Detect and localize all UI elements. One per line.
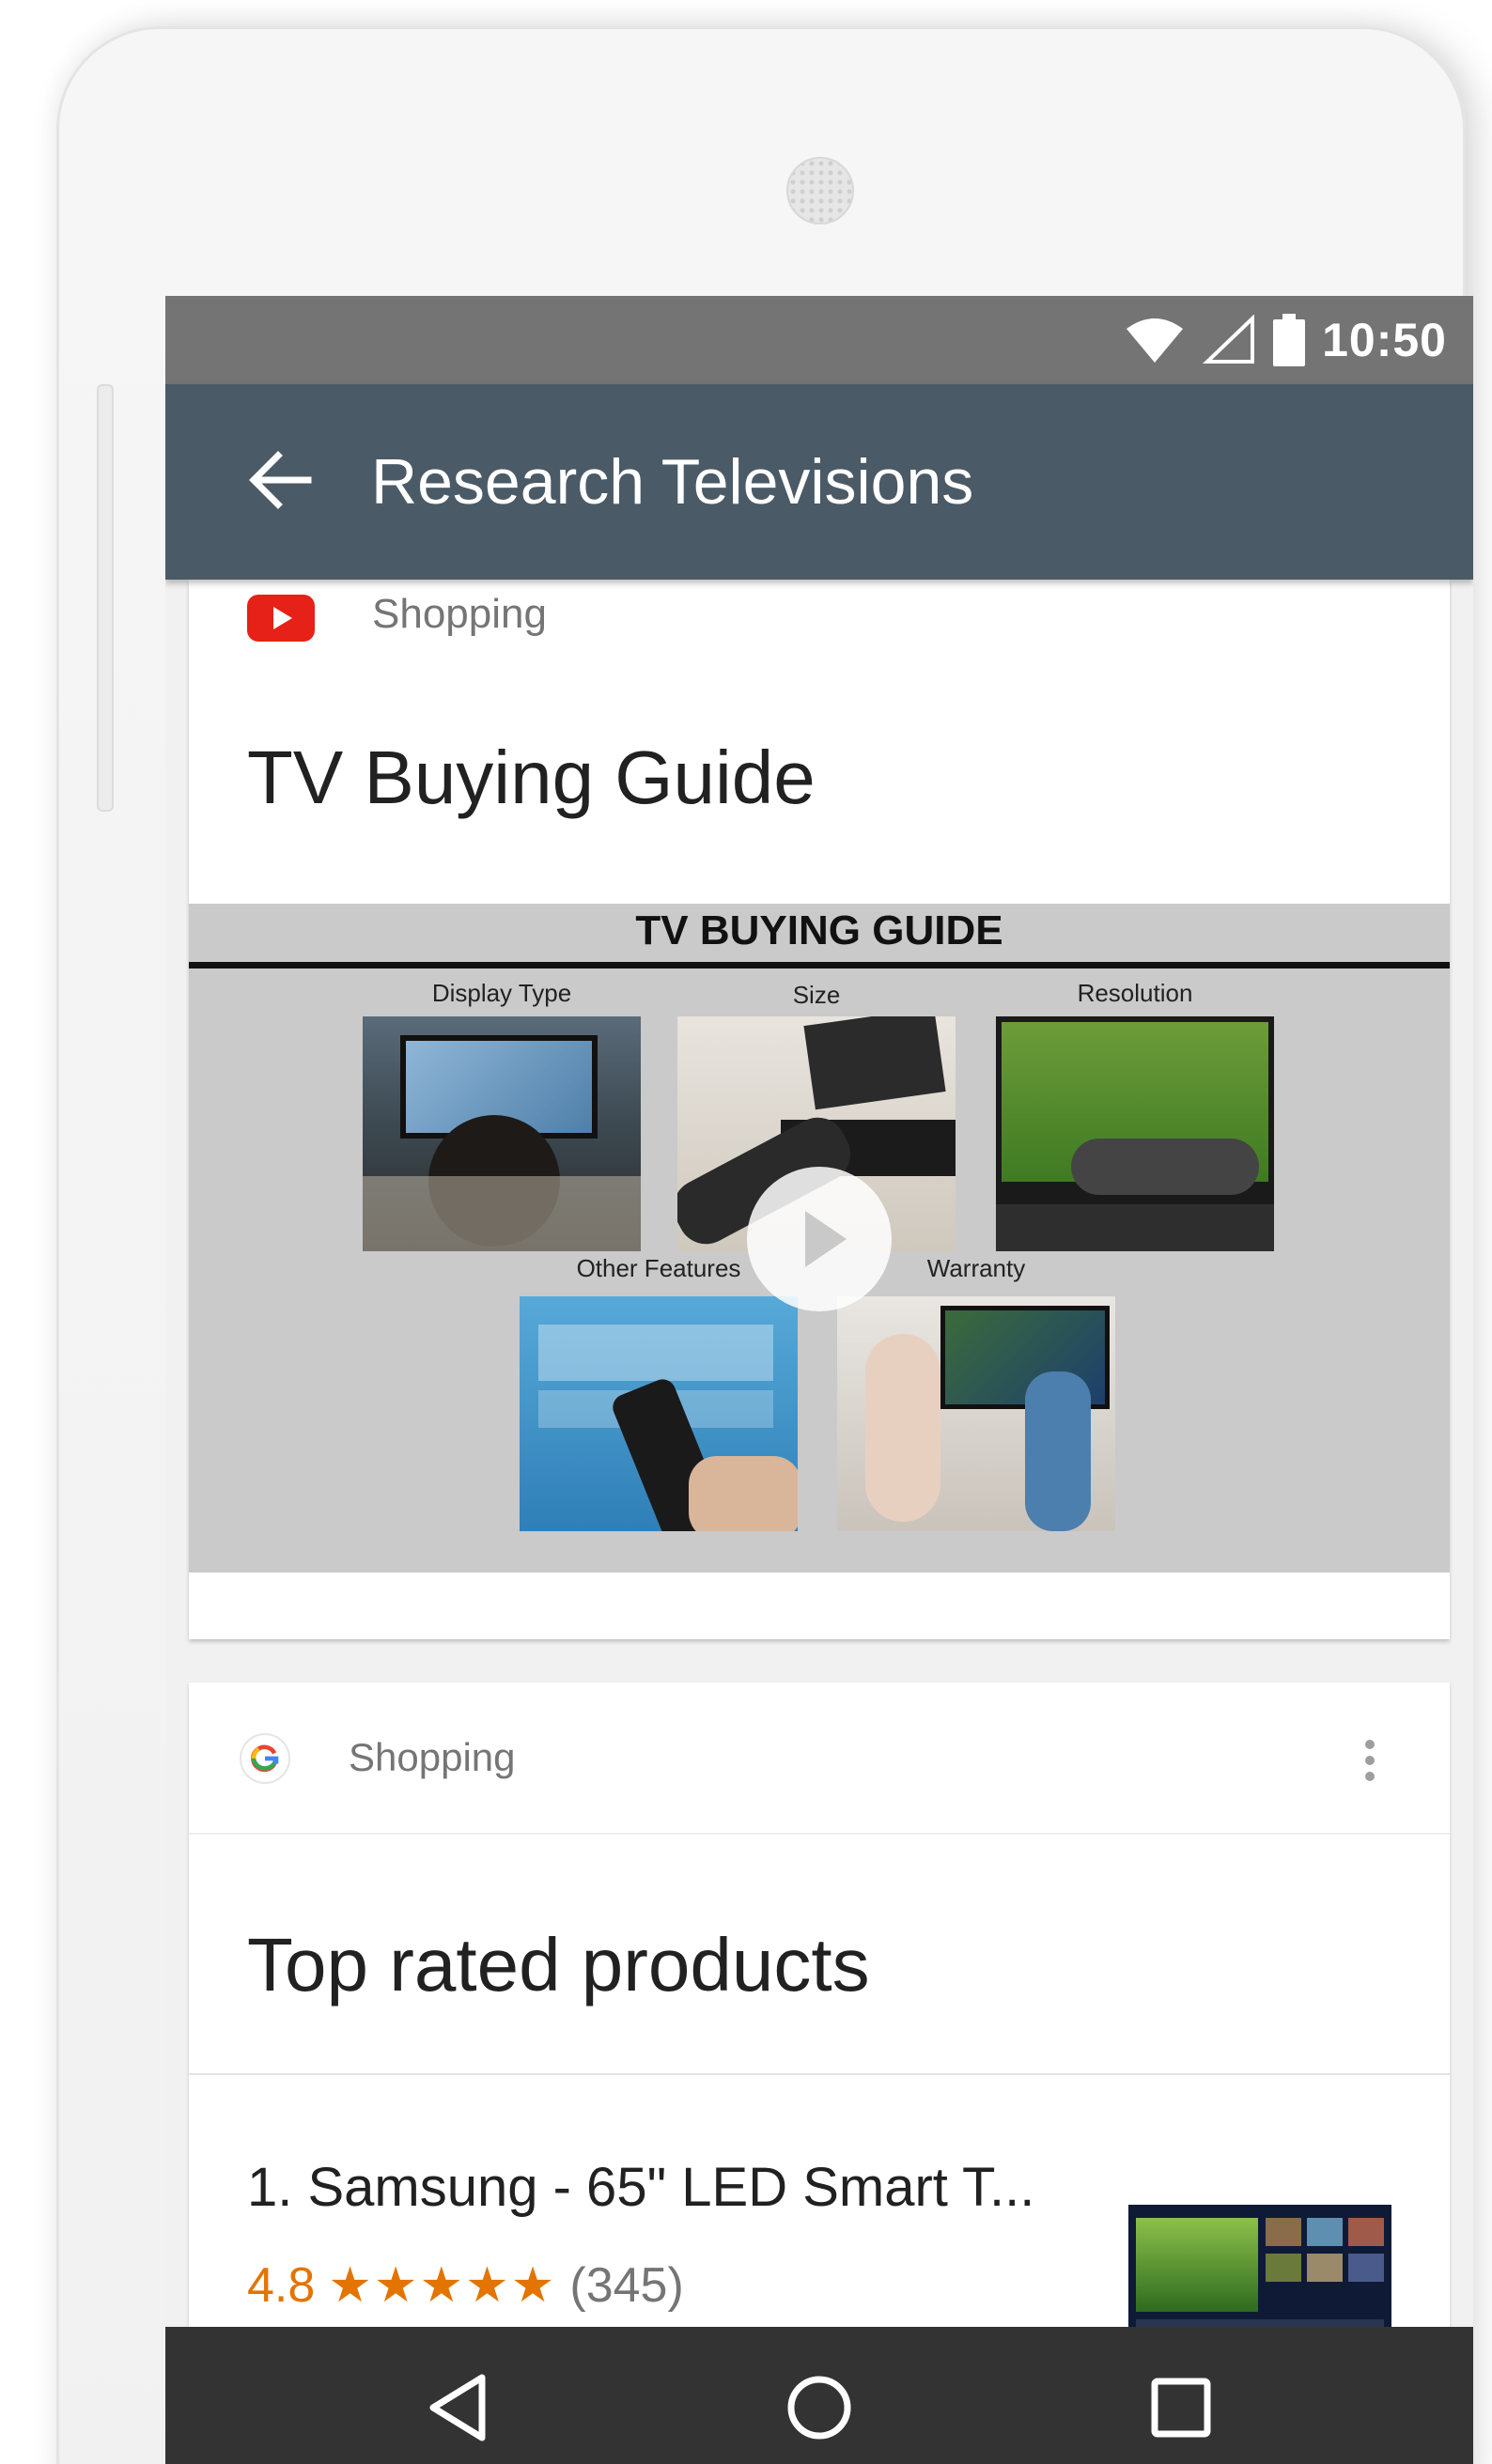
wifi-icon bbox=[1127, 318, 1184, 363]
card-title: TV Buying Guide bbox=[247, 736, 816, 819]
home-nav-icon[interactable] bbox=[772, 2361, 866, 2455]
recents-nav-icon[interactable] bbox=[1134, 2361, 1228, 2455]
cell-signal-icon bbox=[1203, 315, 1255, 364]
other-features-image bbox=[520, 1296, 798, 1531]
phone-frame: 10:50 Research Televisions Shopping TV B… bbox=[56, 26, 1473, 2464]
panel-label-display-type: Display Type bbox=[431, 979, 572, 1007]
page-title: Research Televisions bbox=[371, 446, 974, 518]
review-count: (345) bbox=[569, 2258, 684, 2313]
youtube-icon bbox=[247, 595, 315, 642]
battery-icon bbox=[1273, 314, 1306, 366]
display-type-image bbox=[363, 1016, 641, 1251]
back-nav-icon[interactable] bbox=[412, 2361, 506, 2455]
card-title: Top rated products bbox=[247, 1923, 870, 2007]
navigation-bar bbox=[165, 2327, 1473, 2464]
more-vert-icon[interactable] bbox=[1356, 1737, 1384, 1784]
card-divider bbox=[189, 2073, 1450, 2075]
status-time: 10:50 bbox=[1322, 314, 1447, 366]
warranty-image bbox=[837, 1296, 1115, 1531]
back-arrow-icon[interactable] bbox=[242, 442, 318, 518]
rating-value: 4.8 bbox=[247, 2258, 316, 2313]
card-divider bbox=[189, 1833, 1450, 1835]
power-button bbox=[97, 384, 114, 812]
card-source-label: Shopping bbox=[372, 591, 547, 637]
thumbnail-rule bbox=[189, 962, 1450, 969]
product-name[interactable]: 1. Samsung - 65" LED Smart T... bbox=[247, 2156, 1034, 2219]
thumbnail-heading: TV BUYING GUIDE bbox=[635, 907, 1003, 953]
status-bar: 10:50 bbox=[165, 296, 1473, 384]
google-icon bbox=[240, 1733, 290, 1784]
panel-label-resolution: Resolution bbox=[1077, 979, 1193, 1007]
play-button[interactable] bbox=[747, 1167, 892, 1311]
star-rating-icon: ★★★★★ bbox=[328, 2258, 557, 2313]
video-card[interactable]: Shopping TV Buying Guide TV BUYING GUIDE… bbox=[189, 580, 1450, 1639]
earpiece-speaker bbox=[786, 157, 854, 225]
screen: 10:50 Research Televisions Shopping TV B… bbox=[165, 296, 1473, 2464]
card-source-label: Shopping bbox=[349, 1735, 516, 1779]
resolution-image bbox=[996, 1016, 1274, 1251]
video-thumbnail[interactable]: TV BUYING GUIDE Display Type Size Resolu… bbox=[189, 904, 1450, 1573]
app-bar: Research Televisions bbox=[165, 384, 1473, 580]
panel-label-size: Size bbox=[792, 981, 841, 1009]
product-rating: 4.8 ★★★★★ (345) bbox=[247, 2257, 684, 2314]
